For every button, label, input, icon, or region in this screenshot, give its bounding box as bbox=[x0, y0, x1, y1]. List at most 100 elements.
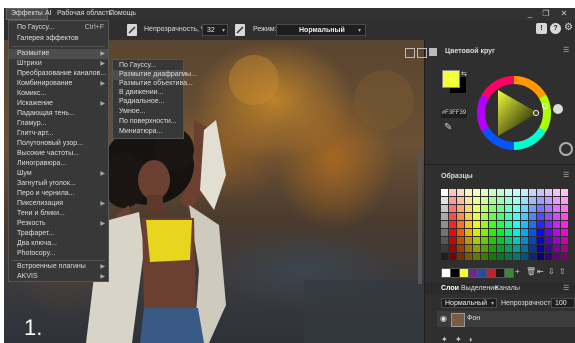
eyedropper-icon[interactable]: ✎ bbox=[444, 122, 452, 133]
swatch-cell[interactable] bbox=[505, 237, 512, 244]
brush-tool-icon[interactable] bbox=[126, 23, 138, 37]
swatch-cell[interactable] bbox=[489, 245, 496, 252]
download-swatch-icon[interactable]: ⇩ bbox=[548, 267, 555, 276]
swatch-cell[interactable] bbox=[561, 229, 568, 236]
color-wheel[interactable] bbox=[477, 76, 551, 150]
swatch-cell[interactable] bbox=[449, 237, 456, 244]
swatch-cell[interactable] bbox=[505, 221, 512, 228]
swatch-cell[interactable] bbox=[521, 237, 528, 244]
swatch-cell[interactable] bbox=[465, 213, 472, 220]
swatch-cell[interactable] bbox=[497, 189, 504, 196]
swatch-cell[interactable] bbox=[545, 189, 552, 196]
swatch-cell[interactable] bbox=[553, 229, 560, 236]
blend-mode-select[interactable]: Нормальный ▾ bbox=[441, 298, 497, 308]
swatch-cell[interactable] bbox=[521, 213, 528, 220]
swatch-cell[interactable] bbox=[529, 221, 536, 228]
swatch-cell[interactable] bbox=[529, 237, 536, 244]
menu-item-page-curl[interactable]: Загнутый уголок... bbox=[9, 179, 108, 189]
swatch-cell[interactable] bbox=[441, 189, 448, 196]
document-icon[interactable] bbox=[405, 48, 415, 58]
menu-item-akvis[interactable]: AKVIS ▶ bbox=[9, 272, 108, 282]
swatch-cell[interactable] bbox=[505, 197, 512, 204]
swatch-cell[interactable] bbox=[481, 245, 488, 252]
swatch-cell[interactable] bbox=[457, 229, 464, 236]
swatch-cell[interactable] bbox=[481, 213, 488, 220]
menu-item-combine[interactable]: Комбинирование ▶ bbox=[9, 79, 108, 89]
swatch-cell[interactable] bbox=[441, 221, 448, 228]
swatch-cell[interactable] bbox=[473, 197, 480, 204]
swatch-cell[interactable] bbox=[465, 229, 472, 236]
swatch-cell[interactable] bbox=[529, 213, 536, 220]
swatch-cell[interactable] bbox=[545, 237, 552, 244]
menu-item-strokes[interactable]: Штрихи ▶ bbox=[9, 59, 108, 69]
swatch-cell[interactable] bbox=[545, 253, 552, 260]
swatch-cell[interactable] bbox=[449, 189, 456, 196]
close-button[interactable]: ✕ bbox=[559, 9, 569, 19]
swatch-cell[interactable] bbox=[513, 229, 520, 236]
swatch-cell[interactable] bbox=[489, 189, 496, 196]
menu-item-effects-gallery[interactable]: Галерея эффектов bbox=[9, 34, 108, 44]
swatch-cell[interactable] bbox=[545, 197, 552, 204]
menu-item-shadows-highlights[interactable]: Тени и блики... bbox=[9, 209, 108, 219]
swatch-cell[interactable] bbox=[505, 189, 512, 196]
swatch-cell[interactable] bbox=[553, 253, 560, 260]
swatch-cell[interactable] bbox=[441, 237, 448, 244]
swatch-cell[interactable] bbox=[521, 205, 528, 212]
swatch-cell[interactable] bbox=[513, 253, 520, 260]
import-swatch-icon[interactable]: ⇤ bbox=[537, 267, 544, 276]
swatch-cell[interactable] bbox=[481, 189, 488, 196]
swatch-cell[interactable] bbox=[529, 245, 536, 252]
swatch-cell[interactable] bbox=[465, 245, 472, 252]
menu-item-pixelate[interactable]: Пикселизация ▶ bbox=[9, 199, 108, 209]
swatch-cell[interactable] bbox=[553, 213, 560, 220]
swatch-cell[interactable] bbox=[521, 245, 528, 252]
hex-input[interactable]: #F3FF39 bbox=[441, 109, 467, 118]
swatch-cell[interactable] bbox=[505, 229, 512, 236]
upload-swatch-icon[interactable]: ⇧ bbox=[559, 267, 566, 276]
swatch-cell[interactable] bbox=[449, 213, 456, 220]
swatch-cell[interactable] bbox=[465, 237, 472, 244]
mode-select[interactable]: Нормальный ▾ bbox=[276, 24, 366, 36]
swatch-cell[interactable] bbox=[513, 205, 520, 212]
swatch-cell[interactable] bbox=[441, 245, 448, 252]
submenu-item-miniature[interactable]: Миниатюра... bbox=[113, 127, 183, 137]
swatch-cell[interactable] bbox=[473, 213, 480, 220]
swatch-cell[interactable] bbox=[465, 221, 472, 228]
swatch-grid[interactable] bbox=[441, 188, 569, 262]
submenu-item-radial[interactable]: Радиальное... bbox=[113, 97, 183, 107]
swatch-cell[interactable] bbox=[473, 205, 480, 212]
swatch-cell[interactable] bbox=[561, 245, 568, 252]
swatch-cell[interactable] bbox=[449, 221, 456, 228]
swatch-cell[interactable] bbox=[497, 197, 504, 204]
canvas-scrollbar[interactable] bbox=[418, 154, 422, 284]
swatch-cell[interactable] bbox=[489, 253, 496, 260]
menu-item-halftone[interactable]: Полутоновый узор... bbox=[9, 139, 108, 149]
swatch-cell[interactable] bbox=[481, 197, 488, 204]
maximize-button[interactable]: ❐ bbox=[541, 9, 551, 19]
swatch-cell[interactable] bbox=[561, 253, 568, 260]
menu-item-channel-transform[interactable]: Преобразование каналов... bbox=[9, 69, 108, 79]
swatch-cell[interactable] bbox=[465, 253, 472, 260]
swap-colors-icon[interactable]: ⇆ bbox=[461, 70, 467, 78]
swatch-cell[interactable] bbox=[537, 221, 544, 228]
swatch-cell[interactable] bbox=[497, 229, 504, 236]
swatch-cell[interactable] bbox=[497, 221, 504, 228]
swatch-cell[interactable] bbox=[561, 237, 568, 244]
menu-item-distort[interactable]: Искажение ▶ bbox=[9, 99, 108, 109]
minimize-button[interactable]: _ bbox=[525, 9, 535, 19]
panel-menu-icon[interactable]: ☰ bbox=[563, 171, 569, 179]
swatch-cell[interactable] bbox=[473, 253, 480, 260]
menu-item-gaussian[interactable]: По Гауссу... Ctrl+F bbox=[9, 23, 108, 33]
tiles-icon[interactable] bbox=[417, 48, 427, 58]
menu-item-high-pass[interactable]: Высокие частоты... bbox=[9, 149, 108, 159]
eraser-icon[interactable] bbox=[234, 23, 246, 37]
swatch-cell[interactable] bbox=[481, 237, 488, 244]
swatch-cell[interactable] bbox=[553, 205, 560, 212]
tab-layers[interactable]: Слои bbox=[441, 285, 459, 292]
swatch-cell[interactable] bbox=[465, 189, 472, 196]
swatch-cell[interactable] bbox=[457, 197, 464, 204]
swatch-cell[interactable] bbox=[537, 253, 544, 260]
swatch-cell[interactable] bbox=[481, 205, 488, 212]
swatch-cell[interactable] bbox=[497, 245, 504, 252]
swatch-cell[interactable] bbox=[561, 189, 568, 196]
